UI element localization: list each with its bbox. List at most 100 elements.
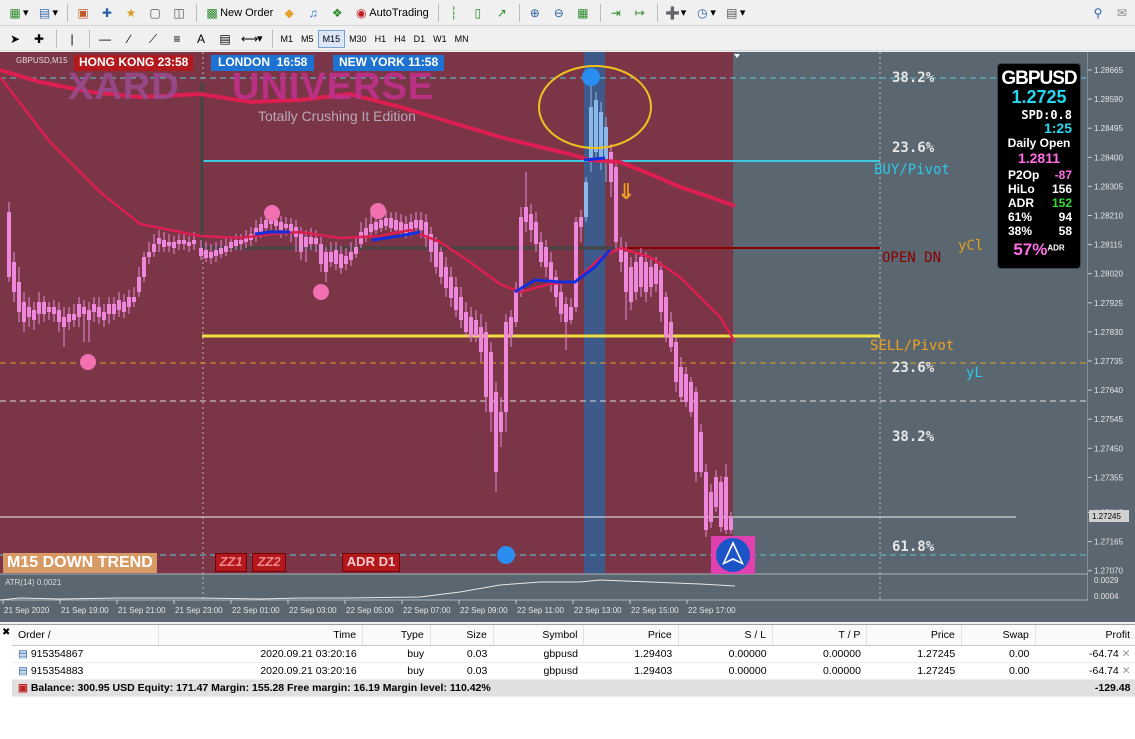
search-button[interactable]: ⚲ [1087, 3, 1109, 23]
time-axis-label: 22 Sep 11:00 [517, 606, 565, 615]
arrows-tool[interactable]: ⟷ ▾ [238, 29, 266, 49]
chart-window[interactable]: 1.28665 1.28590 1.28495 1.28400 1.28305 1.282… [0, 52, 1135, 622]
market-button[interactable]: ❖ [326, 3, 348, 23]
candle-body [214, 250, 218, 256]
table-row[interactable]: ▤ 915354883 2020.09.21 03:20:16 buy 0.03 gbp… [12, 662, 1135, 680]
column-header[interactable]: Time [158, 625, 364, 646]
zoom-in-button[interactable]: ⊕ [524, 3, 546, 23]
timeframe-m15[interactable]: M15 [317, 29, 346, 48]
data-window-button[interactable]: ✚ [96, 3, 118, 23]
candle-body [704, 472, 708, 530]
chart-shift-icon: ↦ [634, 5, 645, 20]
swing-high-marker [582, 68, 600, 86]
price-axis-label: 1.27925 [1094, 299, 1123, 308]
timeframe-h1[interactable]: H1 [371, 30, 391, 48]
candle-body [449, 277, 453, 298]
column-header[interactable]: S / L [678, 625, 774, 646]
text-tool[interactable]: A [190, 29, 212, 49]
zz2-button[interactable]: ZZ2 [252, 553, 286, 572]
line-chart-button[interactable]: ↗ [491, 3, 513, 23]
trendline-tool[interactable]: ∕ [118, 29, 140, 49]
column-header[interactable]: Size [430, 625, 494, 646]
profiles-button[interactable]: ▤ ▾ [34, 3, 62, 23]
candle-body [484, 332, 488, 397]
metaeditor-icon: ◆ [284, 5, 294, 20]
current-price-label: 1.27245 [1092, 512, 1121, 521]
table-cell: gbpusd [493, 662, 584, 680]
strategy-tester-button[interactable]: ◫ [168, 3, 190, 23]
new-order-button[interactable]: ▩ New Order [201, 3, 276, 23]
tile-windows-button[interactable]: ▦ [572, 3, 594, 23]
candlestick-button[interactable]: ▯ [467, 3, 489, 23]
candle-body [177, 240, 181, 244]
column-header[interactable]: T / P [772, 625, 868, 646]
timeframe-m30[interactable]: M30 [345, 30, 371, 48]
candle-body [304, 237, 308, 247]
candle-body [132, 297, 136, 302]
indicators-button[interactable]: ➕ ▾ [662, 3, 690, 23]
candle-body [334, 250, 338, 264]
candle-body [152, 244, 156, 252]
close-order-icon[interactable]: ✕ [1122, 648, 1131, 660]
table-row[interactable]: ▤ 915354867 2020.09.21 03:20:16 buy 0.03 gbp… [12, 645, 1135, 663]
column-header[interactable]: Order / [12, 625, 159, 646]
fibonacci-tool[interactable]: ≡ [166, 29, 188, 49]
cursor-tool[interactable]: ➤ [4, 29, 26, 49]
timeframe-w1[interactable]: W1 [429, 30, 451, 48]
column-header[interactable]: Price [583, 625, 679, 646]
text-icon: A [196, 31, 205, 46]
autotrading-button[interactable]: ◉ AutoTrading [350, 3, 432, 23]
column-header[interactable]: Swap [961, 625, 1036, 646]
zz1-button[interactable]: ZZ1 [215, 553, 247, 572]
terminal-close-icon[interactable]: ✖ [2, 627, 10, 638]
column-header[interactable]: Price [866, 625, 962, 646]
info-adr-suffix: ADR [1047, 243, 1065, 253]
price-chart[interactable]: 1.28665 1.28590 1.28495 1.28400 1.28305 1.282… [0, 52, 1135, 622]
timeframe-mn[interactable]: MN [451, 30, 473, 48]
chat-button[interactable]: ✉ [1111, 3, 1133, 23]
horizontal-line-tool[interactable]: — [94, 29, 116, 49]
candle-body [102, 312, 106, 320]
channel-tool[interactable]: ⟋ [142, 29, 164, 49]
periods-button[interactable]: ◷ ▾ [691, 3, 719, 23]
metaeditor-button[interactable]: ◆ [278, 3, 300, 23]
autotrading-icon: ◉ [356, 5, 367, 20]
market-watch-button[interactable]: ▣ [72, 3, 94, 23]
atr-axis-label: 0.0004 [1094, 592, 1119, 601]
info-row-value: 156 [1051, 182, 1072, 196]
timeframe-m5[interactable]: M5 [297, 30, 318, 48]
clock-icon: ◷ [697, 5, 708, 20]
timeframe-m1[interactable]: M1 [277, 30, 298, 48]
close-order-icon[interactable]: ✕ [1122, 665, 1131, 677]
info-row-value: -87 [1054, 168, 1072, 182]
candle-body [539, 242, 543, 262]
new-chart-button[interactable]: ▦ ▾ [4, 3, 32, 23]
sell-pivot-label: SELL/Pivot [870, 338, 955, 354]
label-tool[interactable]: ▤ [214, 29, 236, 49]
timeframe-h4[interactable]: H4 [390, 30, 410, 48]
templates-button[interactable]: ▤ ▾ [721, 3, 749, 23]
orders-table: Order / Time Type Size Symbol Price S / LT / P… [12, 625, 1135, 697]
signals-button[interactable]: ♫ [302, 3, 324, 23]
open-dn-label: OPEN DN [882, 250, 942, 266]
crosshair-tool[interactable]: ✚ [28, 29, 50, 49]
candle-body [224, 246, 228, 252]
adr-d1-button[interactable]: ADR D1 [342, 553, 400, 572]
info-row: HiLo 156 [998, 182, 1080, 196]
column-header[interactable]: Symbol [493, 625, 585, 646]
price-axis-label: 1.27355 [1094, 473, 1123, 482]
vertical-line-tool[interactable]: | [61, 29, 83, 49]
column-header[interactable]: Type [362, 625, 431, 646]
bar-chart-button[interactable]: ┆ [443, 3, 465, 23]
autoscroll-button[interactable]: ⇥ [605, 3, 627, 23]
candle-body [379, 220, 383, 228]
terminal-button[interactable]: ▢ [144, 3, 166, 23]
chart-shift-button[interactable]: ↦ [629, 3, 651, 23]
timeframe-d1[interactable]: D1 [410, 30, 430, 48]
column-header[interactable]: Profit [1035, 625, 1135, 646]
navigator-button[interactable]: ★ [120, 3, 142, 23]
candle-body [384, 218, 388, 226]
candle-body [439, 252, 443, 277]
candle-body [524, 207, 528, 222]
zoom-out-button[interactable]: ⊖ [548, 3, 570, 23]
